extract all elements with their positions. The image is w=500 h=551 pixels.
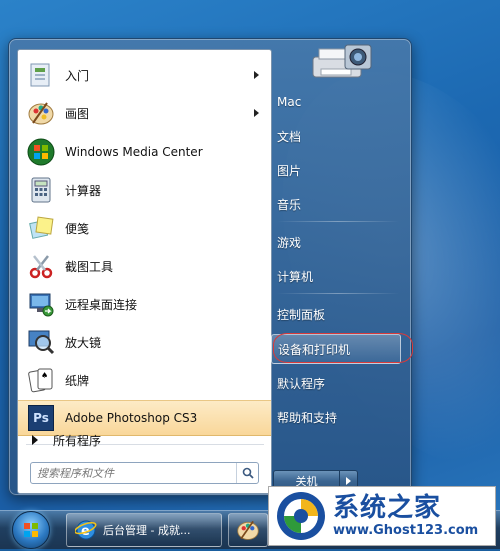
right-item-label: 游戏: [277, 235, 302, 250]
playing-cards-icon: ♠: [26, 365, 56, 395]
right-item-label: 音乐: [277, 197, 302, 212]
menu-item-getting-started[interactable]: 入门: [18, 57, 271, 93]
selection-ring: [273, 333, 413, 363]
search-icon[interactable]: [236, 463, 258, 483]
right-item-label: Mac: [277, 95, 302, 109]
svg-text:♠: ♠: [41, 371, 48, 380]
right-item-label: 图片: [277, 163, 302, 178]
getting-started-icon: [26, 60, 56, 90]
separator: [277, 293, 399, 294]
windows-orb-icon[interactable]: [12, 511, 50, 549]
right-item-default-programs[interactable]: 默认程序: [271, 368, 401, 398]
left-pane: 入门 画图 Windows Media Center 计算器 便笺 截图工具 远…: [17, 49, 272, 494]
calculator-icon: [26, 175, 56, 205]
menu-item-media-center[interactable]: Windows Media Center: [18, 134, 271, 170]
internet-explorer-icon: e: [75, 519, 97, 541]
watermark: 系统之家 www.Ghost123.com: [268, 486, 496, 546]
right-item-label: 计算机: [277, 269, 314, 284]
taskbar-button-ie[interactable]: e 后台管理 - 成就...: [66, 513, 222, 547]
submenu-arrow-icon[interactable]: [254, 71, 259, 79]
menu-item-paint[interactable]: 画图: [18, 95, 271, 131]
submenu-arrow-icon[interactable]: [254, 109, 259, 117]
menu-item-label: 入门: [65, 68, 90, 83]
right-item-control-panel[interactable]: 控制面板: [271, 299, 401, 329]
remote-desktop-icon: [26, 289, 56, 319]
menu-item-label: Windows Media Center: [65, 145, 203, 159]
menu-item-calculator[interactable]: 计算器: [18, 172, 271, 208]
menu-item-remote-desktop[interactable]: 远程桌面连接: [18, 286, 271, 322]
menu-item-label: 截图工具: [65, 259, 114, 274]
watermark-logo: [277, 492, 325, 540]
right-item-label: 控制面板: [277, 307, 326, 322]
scissors-icon: [26, 251, 56, 281]
menu-item-label: 画图: [65, 106, 90, 121]
printer-user-tile-icon[interactable]: [309, 39, 375, 83]
right-item-label: 帮助和支持: [277, 410, 338, 425]
menu-item-label: 便笺: [65, 221, 90, 236]
menu-item-solitaire[interactable]: ♠ 纸牌: [18, 362, 271, 398]
all-programs-label: 所有程序: [53, 433, 102, 448]
magnifier-icon: [26, 327, 56, 357]
right-item-label: 文档: [277, 129, 302, 144]
start-menu: 入门 画图 Windows Media Center 计算器 便笺 截图工具 远…: [8, 38, 413, 496]
menu-item-magnifier[interactable]: 放大镜: [18, 324, 271, 360]
right-item-label: 默认程序: [277, 376, 326, 391]
menu-item-label: 纸牌: [65, 373, 90, 388]
watermark-title: 系统之家: [333, 493, 442, 523]
menu-item-sticky-notes[interactable]: 便笺: [18, 210, 271, 246]
right-item-games[interactable]: 游戏: [271, 227, 401, 257]
taskbar-button-paint[interactable]: [228, 513, 268, 547]
sticky-notes-icon: [26, 213, 56, 243]
all-programs-button[interactable]: 所有程序: [18, 427, 271, 453]
separator: [277, 221, 399, 222]
right-item-computer[interactable]: 计算机: [271, 261, 401, 291]
paint-palette-icon: [26, 98, 56, 128]
taskbar-button-label: 后台管理 - 成就...: [103, 524, 191, 537]
menu-item-label: Adobe Photoshop CS3: [65, 411, 198, 425]
right-item-pictures[interactable]: 图片: [271, 155, 401, 185]
right-item-help-support[interactable]: 帮助和支持: [271, 402, 401, 432]
search-placeholder: 搜索程序和文件: [37, 467, 114, 480]
chevron-right-icon: [346, 477, 351, 485]
paint-palette-icon: [236, 518, 260, 542]
menu-item-label: 远程桌面连接: [65, 297, 138, 312]
search-input[interactable]: 搜索程序和文件: [30, 462, 259, 484]
triangle-right-icon: [32, 435, 38, 445]
watermark-url: www.Ghost123.com: [333, 523, 479, 538]
menu-item-snipping-tool[interactable]: 截图工具: [18, 248, 271, 284]
windows-media-center-icon: [26, 137, 56, 167]
right-item-music[interactable]: 音乐: [271, 189, 401, 219]
right-item-user[interactable]: Mac: [271, 87, 401, 117]
right-item-documents[interactable]: 文档: [271, 121, 401, 151]
menu-item-label: 计算器: [65, 183, 102, 198]
menu-item-label: 放大镜: [65, 335, 102, 350]
